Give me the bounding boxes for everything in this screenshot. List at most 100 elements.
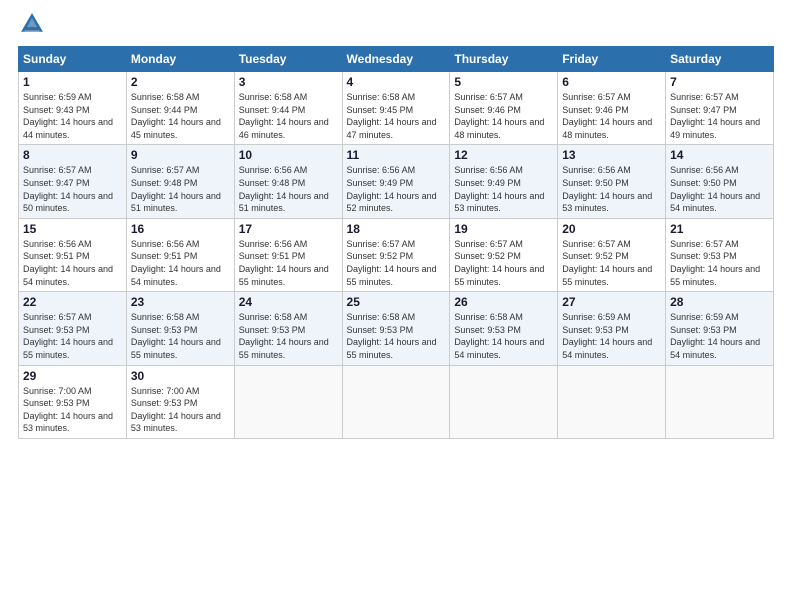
weekday-header-saturday: Saturday — [666, 47, 774, 72]
day-number: 29 — [23, 369, 122, 383]
day-number: 9 — [131, 148, 230, 162]
day-info: Sunrise: 6:56 AM Sunset: 9:50 PM Dayligh… — [562, 164, 661, 214]
calendar-day-cell: 29 Sunrise: 7:00 AM Sunset: 9:53 PM Dayl… — [19, 365, 127, 438]
day-number: 17 — [239, 222, 338, 236]
day-number: 5 — [454, 75, 553, 89]
day-info: Sunrise: 6:58 AM Sunset: 9:45 PM Dayligh… — [347, 91, 446, 141]
day-info: Sunrise: 6:58 AM Sunset: 9:44 PM Dayligh… — [239, 91, 338, 141]
day-number: 21 — [670, 222, 769, 236]
day-info: Sunrise: 6:57 AM Sunset: 9:47 PM Dayligh… — [23, 164, 122, 214]
weekday-header-wednesday: Wednesday — [342, 47, 450, 72]
calendar-empty-cell — [234, 365, 342, 438]
day-info: Sunrise: 6:59 AM Sunset: 9:53 PM Dayligh… — [562, 311, 661, 361]
calendar-day-cell: 4 Sunrise: 6:58 AM Sunset: 9:45 PM Dayli… — [342, 72, 450, 145]
calendar-day-cell: 28 Sunrise: 6:59 AM Sunset: 9:53 PM Dayl… — [666, 292, 774, 365]
day-number: 8 — [23, 148, 122, 162]
day-number: 1 — [23, 75, 122, 89]
day-number: 20 — [562, 222, 661, 236]
day-number: 6 — [562, 75, 661, 89]
calendar-day-cell: 27 Sunrise: 6:59 AM Sunset: 9:53 PM Dayl… — [558, 292, 666, 365]
calendar-week-row: 29 Sunrise: 7:00 AM Sunset: 9:53 PM Dayl… — [19, 365, 774, 438]
calendar-day-cell: 15 Sunrise: 6:56 AM Sunset: 9:51 PM Dayl… — [19, 218, 127, 291]
calendar-day-cell: 16 Sunrise: 6:56 AM Sunset: 9:51 PM Dayl… — [126, 218, 234, 291]
calendar-day-cell: 10 Sunrise: 6:56 AM Sunset: 9:48 PM Dayl… — [234, 145, 342, 218]
calendar-empty-cell — [666, 365, 774, 438]
day-info: Sunrise: 6:59 AM Sunset: 9:43 PM Dayligh… — [23, 91, 122, 141]
day-number: 26 — [454, 295, 553, 309]
calendar-day-cell: 24 Sunrise: 6:58 AM Sunset: 9:53 PM Dayl… — [234, 292, 342, 365]
day-info: Sunrise: 6:56 AM Sunset: 9:48 PM Dayligh… — [239, 164, 338, 214]
header — [18, 10, 774, 38]
calendar-day-cell: 6 Sunrise: 6:57 AM Sunset: 9:46 PM Dayli… — [558, 72, 666, 145]
day-number: 28 — [670, 295, 769, 309]
calendar-day-cell: 26 Sunrise: 6:58 AM Sunset: 9:53 PM Dayl… — [450, 292, 558, 365]
day-info: Sunrise: 6:57 AM Sunset: 9:47 PM Dayligh… — [670, 91, 769, 141]
calendar-day-cell: 13 Sunrise: 6:56 AM Sunset: 9:50 PM Dayl… — [558, 145, 666, 218]
day-info: Sunrise: 6:56 AM Sunset: 9:51 PM Dayligh… — [131, 238, 230, 288]
weekday-header-tuesday: Tuesday — [234, 47, 342, 72]
calendar-empty-cell — [558, 365, 666, 438]
calendar-day-cell: 30 Sunrise: 7:00 AM Sunset: 9:53 PM Dayl… — [126, 365, 234, 438]
calendar-day-cell: 9 Sunrise: 6:57 AM Sunset: 9:48 PM Dayli… — [126, 145, 234, 218]
day-number: 24 — [239, 295, 338, 309]
day-info: Sunrise: 6:57 AM Sunset: 9:53 PM Dayligh… — [23, 311, 122, 361]
calendar-day-cell: 17 Sunrise: 6:56 AM Sunset: 9:51 PM Dayl… — [234, 218, 342, 291]
day-number: 2 — [131, 75, 230, 89]
day-number: 7 — [670, 75, 769, 89]
calendar-day-cell: 18 Sunrise: 6:57 AM Sunset: 9:52 PM Dayl… — [342, 218, 450, 291]
calendar-day-cell: 1 Sunrise: 6:59 AM Sunset: 9:43 PM Dayli… — [19, 72, 127, 145]
day-info: Sunrise: 6:57 AM Sunset: 9:52 PM Dayligh… — [454, 238, 553, 288]
calendar-week-row: 22 Sunrise: 6:57 AM Sunset: 9:53 PM Dayl… — [19, 292, 774, 365]
day-number: 27 — [562, 295, 661, 309]
day-number: 23 — [131, 295, 230, 309]
day-info: Sunrise: 6:58 AM Sunset: 9:53 PM Dayligh… — [131, 311, 230, 361]
day-info: Sunrise: 6:58 AM Sunset: 9:53 PM Dayligh… — [347, 311, 446, 361]
day-info: Sunrise: 6:58 AM Sunset: 9:53 PM Dayligh… — [454, 311, 553, 361]
logo-icon — [18, 10, 46, 38]
day-number: 14 — [670, 148, 769, 162]
day-number: 3 — [239, 75, 338, 89]
day-number: 12 — [454, 148, 553, 162]
day-info: Sunrise: 6:57 AM Sunset: 9:53 PM Dayligh… — [670, 238, 769, 288]
day-info: Sunrise: 6:58 AM Sunset: 9:53 PM Dayligh… — [239, 311, 338, 361]
day-number: 25 — [347, 295, 446, 309]
day-info: Sunrise: 6:56 AM Sunset: 9:49 PM Dayligh… — [347, 164, 446, 214]
calendar-header-row: SundayMondayTuesdayWednesdayThursdayFrid… — [19, 47, 774, 72]
day-number: 22 — [23, 295, 122, 309]
day-info: Sunrise: 6:57 AM Sunset: 9:48 PM Dayligh… — [131, 164, 230, 214]
calendar-week-row: 15 Sunrise: 6:56 AM Sunset: 9:51 PM Dayl… — [19, 218, 774, 291]
day-number: 16 — [131, 222, 230, 236]
day-number: 30 — [131, 369, 230, 383]
day-info: Sunrise: 7:00 AM Sunset: 9:53 PM Dayligh… — [23, 385, 122, 435]
weekday-header-sunday: Sunday — [19, 47, 127, 72]
day-info: Sunrise: 6:56 AM Sunset: 9:51 PM Dayligh… — [23, 238, 122, 288]
calendar-day-cell: 5 Sunrise: 6:57 AM Sunset: 9:46 PM Dayli… — [450, 72, 558, 145]
day-number: 13 — [562, 148, 661, 162]
calendar-week-row: 1 Sunrise: 6:59 AM Sunset: 9:43 PM Dayli… — [19, 72, 774, 145]
weekday-header-monday: Monday — [126, 47, 234, 72]
calendar-day-cell: 19 Sunrise: 6:57 AM Sunset: 9:52 PM Dayl… — [450, 218, 558, 291]
calendar-day-cell: 25 Sunrise: 6:58 AM Sunset: 9:53 PM Dayl… — [342, 292, 450, 365]
calendar-empty-cell — [342, 365, 450, 438]
calendar-day-cell: 8 Sunrise: 6:57 AM Sunset: 9:47 PM Dayli… — [19, 145, 127, 218]
logo — [18, 10, 50, 38]
calendar-week-row: 8 Sunrise: 6:57 AM Sunset: 9:47 PM Dayli… — [19, 145, 774, 218]
day-number: 18 — [347, 222, 446, 236]
calendar-day-cell: 23 Sunrise: 6:58 AM Sunset: 9:53 PM Dayl… — [126, 292, 234, 365]
calendar-day-cell: 11 Sunrise: 6:56 AM Sunset: 9:49 PM Dayl… — [342, 145, 450, 218]
day-info: Sunrise: 7:00 AM Sunset: 9:53 PM Dayligh… — [131, 385, 230, 435]
day-info: Sunrise: 6:56 AM Sunset: 9:50 PM Dayligh… — [670, 164, 769, 214]
day-number: 15 — [23, 222, 122, 236]
calendar-empty-cell — [450, 365, 558, 438]
day-info: Sunrise: 6:57 AM Sunset: 9:46 PM Dayligh… — [454, 91, 553, 141]
calendar-day-cell: 22 Sunrise: 6:57 AM Sunset: 9:53 PM Dayl… — [19, 292, 127, 365]
calendar-day-cell: 21 Sunrise: 6:57 AM Sunset: 9:53 PM Dayl… — [666, 218, 774, 291]
day-info: Sunrise: 6:58 AM Sunset: 9:44 PM Dayligh… — [131, 91, 230, 141]
day-number: 11 — [347, 148, 446, 162]
calendar-day-cell: 12 Sunrise: 6:56 AM Sunset: 9:49 PM Dayl… — [450, 145, 558, 218]
calendar-day-cell: 7 Sunrise: 6:57 AM Sunset: 9:47 PM Dayli… — [666, 72, 774, 145]
day-number: 19 — [454, 222, 553, 236]
page: SundayMondayTuesdayWednesdayThursdayFrid… — [0, 0, 792, 612]
day-info: Sunrise: 6:57 AM Sunset: 9:46 PM Dayligh… — [562, 91, 661, 141]
weekday-header-thursday: Thursday — [450, 47, 558, 72]
